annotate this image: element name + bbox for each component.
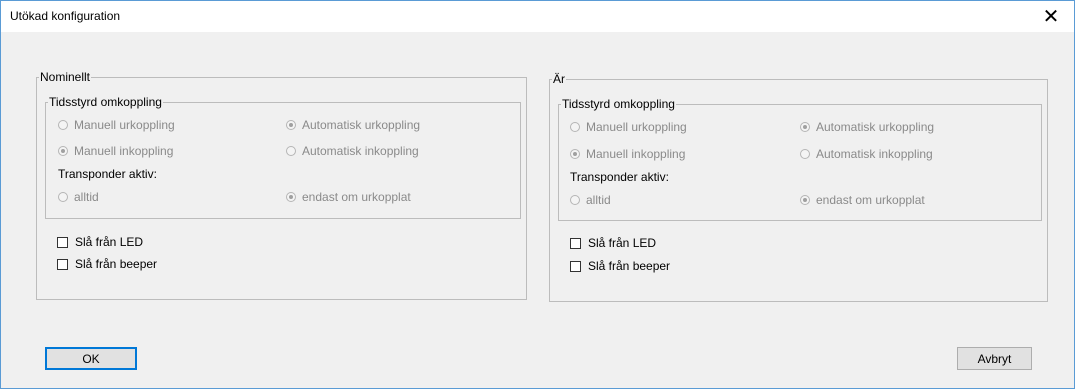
radio-label: Manuell inkoppling xyxy=(586,147,686,161)
radio-checked-icon xyxy=(286,120,296,130)
checkbox-label: Slå från LED xyxy=(588,236,657,250)
radio-checked-icon xyxy=(58,146,68,156)
radio-label: Automatisk inkoppling xyxy=(302,144,419,158)
radio-icon xyxy=(800,149,810,159)
checkbox-label: Slå från LED xyxy=(75,235,144,249)
radio-icon xyxy=(58,192,68,202)
radio-label: Manuell urkoppling xyxy=(74,118,175,132)
cancel-button[interactable]: Avbryt xyxy=(957,347,1032,370)
radio-alltid[interactable]: alltid xyxy=(570,193,611,207)
checkbox-sla-fran-led[interactable]: Slå från LED xyxy=(570,236,656,250)
radio-automatisk-urkoppling[interactable]: Automatisk urkoppling xyxy=(800,120,934,134)
radio-label: Manuell inkoppling xyxy=(74,144,174,158)
radio-checked-icon xyxy=(800,122,810,132)
transponder-label: Transponder aktiv: xyxy=(570,170,669,184)
radio-label: Manuell urkoppling xyxy=(586,120,687,134)
radio-manuell-urkoppling[interactable]: Manuell urkoppling xyxy=(58,118,175,132)
radio-label: Automatisk inkoppling xyxy=(816,147,933,161)
dialog-window: Utökad konfiguration ✕ Nominellt Tidssty… xyxy=(0,0,1075,389)
checkbox-sla-fran-beeper[interactable]: Slå från beeper xyxy=(570,259,670,273)
checkbox-label: Slå från beeper xyxy=(588,259,671,273)
checkbox-sla-fran-led[interactable]: Slå från LED xyxy=(57,235,143,249)
radio-icon xyxy=(570,122,580,132)
group-legend: Tidsstyrd omkoppling xyxy=(49,95,162,109)
ok-button[interactable]: OK xyxy=(45,347,137,370)
radio-label: Automatisk urkoppling xyxy=(816,120,935,134)
checkbox-icon xyxy=(57,236,68,248)
close-icon[interactable]: ✕ xyxy=(1028,1,1074,32)
radio-icon xyxy=(58,120,68,130)
radio-label: alltid xyxy=(586,193,611,207)
radio-icon xyxy=(570,195,580,205)
group-legend: Tidsstyrd omkoppling xyxy=(562,97,675,111)
title-bar: Utökad konfiguration ✕ xyxy=(1,1,1074,32)
radio-manuell-inkoppling[interactable]: Manuell inkoppling xyxy=(58,144,173,158)
checkbox-label: Slå från beeper xyxy=(75,257,158,271)
radio-automatisk-inkoppling[interactable]: Automatisk inkoppling xyxy=(286,144,419,158)
radio-endast-om-urkopplat[interactable]: endast om urkopplat xyxy=(286,190,411,204)
radio-icon xyxy=(286,146,296,156)
radio-label: endast om urkopplat xyxy=(302,190,411,204)
panel-legend: Nominellt xyxy=(40,70,91,84)
radio-alltid[interactable]: alltid xyxy=(58,190,99,204)
radio-checked-icon xyxy=(800,195,810,205)
radio-checked-icon xyxy=(286,192,296,202)
dialog-title: Utökad konfiguration xyxy=(10,9,121,23)
radio-automatisk-urkoppling[interactable]: Automatisk urkoppling xyxy=(286,118,420,132)
transponder-label: Transponder aktiv: xyxy=(58,167,157,181)
radio-automatisk-inkoppling[interactable]: Automatisk inkoppling xyxy=(800,147,933,161)
radio-manuell-urkoppling[interactable]: Manuell urkoppling xyxy=(570,120,687,134)
radio-checked-icon xyxy=(570,149,580,159)
radio-label: endast om urkopplat xyxy=(816,193,925,207)
panel-legend: Är xyxy=(553,72,565,86)
radio-endast-om-urkopplat[interactable]: endast om urkopplat xyxy=(800,193,925,207)
radio-manuell-inkoppling[interactable]: Manuell inkoppling xyxy=(570,147,685,161)
checkbox-sla-fran-beeper[interactable]: Slå från beeper xyxy=(57,257,157,271)
checkbox-icon xyxy=(57,258,68,270)
radio-label: alltid xyxy=(74,190,99,204)
radio-label: Automatisk urkoppling xyxy=(302,118,421,132)
checkbox-icon xyxy=(570,237,581,249)
checkbox-icon xyxy=(570,260,581,272)
